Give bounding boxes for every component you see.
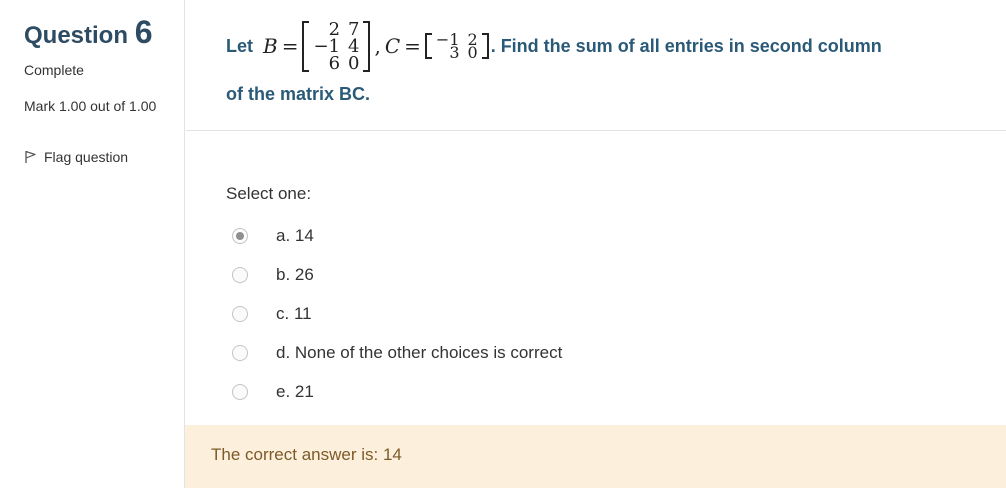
radio-option-d[interactable] <box>232 344 248 361</box>
matrix-c-right-bracket <box>481 33 489 59</box>
matrix-b-entry: 6 <box>328 52 341 74</box>
question-prefix: Let <box>226 35 253 56</box>
option-e-label: e. 21 <box>276 381 314 401</box>
matrix-c-entries: −1 2 3 0 <box>432 32 482 62</box>
matrix-b-entry: 0 <box>348 52 360 74</box>
question-suffix-line-1: . Find the sum of all entries in second … <box>490 35 882 56</box>
flag-question-label: Flag question <box>44 149 129 165</box>
question-text-area: Let B = 2 7 −1 4 6 0 , C = −1 2 3 0 . Fi… <box>186 0 1006 131</box>
equals-sign: = <box>404 34 421 58</box>
matrix-b-left-bracket <box>302 20 310 72</box>
question-grade: Mark 1.00 out of 1.00 <box>24 98 157 114</box>
option-d-label: d. None of the other choices is correct <box>276 342 563 362</box>
option-c-label: c. 11 <box>276 303 312 323</box>
option-a-label: a. 14 <box>276 225 314 245</box>
radio-option-e[interactable] <box>232 383 248 400</box>
matrix-b-entry: 7 <box>348 18 360 40</box>
matrix-b: 2 7 −1 4 6 0 <box>302 18 371 74</box>
radio-option-b[interactable] <box>232 266 248 283</box>
radio-option-c[interactable] <box>232 305 248 322</box>
matrix-c: −1 2 3 0 <box>424 32 489 62</box>
matrix-c-entry: 3 <box>449 43 460 62</box>
answer-option-e[interactable]: e. 21 <box>226 372 562 411</box>
matrix-b-entry: 4 <box>348 35 360 57</box>
radio-option-a[interactable] <box>232 227 248 244</box>
question-line-1: Let B = 2 7 −1 4 6 0 , C = −1 2 3 0 . Fi… <box>226 14 996 78</box>
answer-option-a[interactable]: a. 14 <box>226 216 562 255</box>
correct-answer-text: The correct answer is: 14 <box>211 445 402 464</box>
answer-area: Select one: a. 14 b. 26 c. 11 d. None of… <box>226 184 562 411</box>
question-word: Question <box>24 22 129 49</box>
answer-option-c[interactable]: c. 11 <box>226 294 562 333</box>
answer-option-d[interactable]: d. None of the other choices is correct <box>226 333 562 372</box>
flag-icon <box>25 150 36 163</box>
question-info-panel: Question 6 Complete Mark 1.00 out of 1.0… <box>0 0 185 488</box>
matrix-b-variable: B <box>263 34 278 58</box>
option-b-label: b. 26 <box>276 264 314 284</box>
question-number: 6 <box>134 14 153 50</box>
matrix-b-entries: 2 7 −1 4 6 0 <box>309 18 363 74</box>
comma-separator: , <box>374 34 381 58</box>
question-suffix-line-2: of the matrix BC. <box>226 84 371 104</box>
question-state: Complete <box>24 62 84 78</box>
feedback-box: The correct answer is: 14 <box>185 425 1006 488</box>
answer-option-b[interactable]: b. 26 <box>226 255 562 294</box>
question-text: Let B = 2 7 −1 4 6 0 , C = −1 2 3 0 . Fi… <box>226 14 996 105</box>
matrix-c-variable: C <box>384 34 401 58</box>
equals-sign: = <box>281 34 299 58</box>
matrix-c-entry: 0 <box>467 43 478 62</box>
question-heading: Question 6 <box>24 14 152 51</box>
matrix-b-entry: −1 <box>313 35 341 57</box>
matrix-b-entry: 2 <box>328 18 341 40</box>
flag-question-link[interactable]: Flag question <box>24 149 128 165</box>
matrix-c-left-bracket <box>424 33 432 59</box>
matrix-b-right-bracket <box>363 20 371 72</box>
select-one-prompt: Select one: <box>226 184 312 203</box>
